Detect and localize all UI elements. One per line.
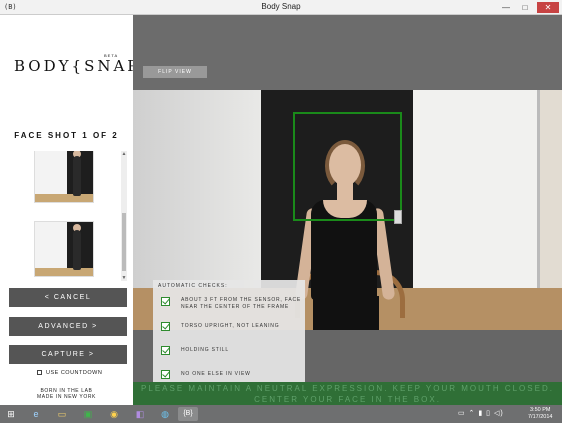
capture-button[interactable]: CAPTURE >	[9, 345, 127, 364]
face-target-box	[293, 112, 402, 221]
check-text: ABOUT 3 FT FROM THE SENSOR, FACE NEAR TH…	[181, 297, 302, 310]
check-icon	[161, 322, 170, 331]
start-button-icon[interactable]: ⊞	[4, 407, 18, 421]
store-icon[interactable]: ▣	[81, 407, 95, 421]
thumbnail-scrollbar[interactable]: ▲ ▼	[121, 151, 127, 281]
check-icon	[161, 346, 170, 355]
face-box-handle[interactable]	[394, 210, 402, 224]
taskbar-clock[interactable]: 3:50 PM 7/17/2014	[528, 407, 552, 421]
flip-view-button[interactable]: FLIP VIEW	[143, 66, 207, 78]
beta-label: BETA	[104, 53, 119, 58]
instruction-line-1: PLEASE MAINTAIN A NEUTRAL EXPRESSION. KE…	[141, 384, 554, 393]
scroll-up-icon[interactable]: ▲	[121, 151, 127, 157]
countdown-label: USE COUNTDOWN	[46, 370, 103, 376]
maximize-button[interactable]: □	[517, 2, 533, 13]
use-countdown-toggle[interactable]: USE COUNTDOWN	[37, 370, 102, 376]
camera-toolbar	[133, 15, 562, 90]
tagline: BORN IN THE LAB MADE IN NEW YORK	[0, 388, 133, 400]
internet-explorer-icon[interactable]: e	[29, 407, 43, 421]
thumbnail-1[interactable]	[34, 151, 94, 203]
advanced-button[interactable]: ADVANCED >	[9, 317, 127, 336]
checks-header: AUTOMATIC CHECKS:	[158, 283, 228, 289]
minimize-button[interactable]: —	[498, 2, 514, 13]
window-title: Body Snap	[261, 2, 301, 11]
scrollbar-thumb[interactable]	[122, 213, 126, 271]
visual-studio-icon[interactable]: ◧	[133, 407, 147, 421]
clock-time: 3:50 PM	[529, 407, 551, 413]
scroll-down-icon[interactable]: ▼	[121, 275, 127, 281]
thumbnail-2[interactable]	[34, 221, 94, 277]
instruction-banner: PLEASE MAINTAIN A NEUTRAL EXPRESSION. KE…	[133, 382, 562, 405]
face-shot-progress: FACE SHOT 1 OF 2	[14, 131, 119, 140]
globe-icon[interactable]: ◍	[158, 407, 172, 421]
window-titlebar: (B) Body Snap — □ ✕	[0, 0, 562, 15]
check-icon	[161, 370, 170, 379]
file-explorer-icon[interactable]: ▭	[55, 407, 69, 421]
chrome-icon[interactable]: ◉	[107, 407, 121, 421]
instruction-line-2: CENTER YOUR FACE IN THE BOX.	[254, 395, 441, 404]
check-text: NO ONE ELSE IN VIEW	[181, 371, 251, 377]
bodysnap-app-icon[interactable]: {B}	[178, 407, 198, 421]
taskbar: ⊞ e ▭ ▣ ◉ ◧ ◍ {B} ▭ ⌃ ▮ ▯ ◁) 3:50 PM 7/1…	[0, 405, 562, 423]
tagline-line-2: MADE IN NEW YORK	[37, 394, 96, 400]
system-tray[interactable]: ▭ ⌃ ▮ ▯ ◁)	[458, 409, 504, 417]
clock-date: 7/17/2014	[528, 414, 553, 420]
countdown-checkbox[interactable]	[37, 370, 42, 376]
check-icon	[161, 297, 170, 306]
check-text: TORSO UPRIGHT, NOT LEANING	[181, 323, 280, 329]
cancel-button[interactable]: < CANCEL	[9, 288, 127, 307]
thumbnail-list[interactable]	[34, 151, 126, 281]
automatic-checks-panel: AUTOMATIC CHECKS: ABOUT 3 FT FROM THE SE…	[153, 280, 305, 388]
close-button[interactable]: ✕	[537, 2, 559, 13]
check-text: HOLDING STILL	[181, 347, 229, 353]
sidebar: BODY{SNAP} BETA FACE SHOT 1 OF 2 ▲ ▼ < C…	[0, 15, 150, 405]
